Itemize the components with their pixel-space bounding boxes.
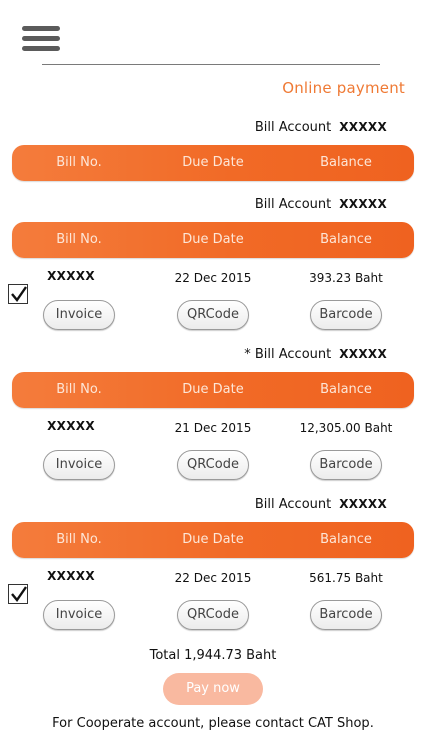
pay-now-button[interactable]: Pay now: [163, 673, 263, 705]
bill-account-line: Bill Account XXXXX: [255, 197, 387, 212]
bill-account-number: XXXXX: [339, 497, 387, 511]
balance-amount: 393.23 Baht: [309, 271, 383, 285]
column-due-date: Due Date: [182, 155, 244, 170]
barcode-button[interactable]: Barcode: [310, 450, 382, 480]
due-date: 21 Dec 2015: [174, 421, 252, 435]
header-divider: [42, 64, 380, 65]
bill-account-line: Bill Account XXXXX: [255, 120, 387, 135]
bill-account-line: * Bill Account XXXXX: [244, 347, 387, 362]
table-header: Bill No. Due Date Balance: [12, 222, 414, 258]
checkmark-icon: [11, 586, 27, 602]
column-balance: Balance: [320, 532, 372, 547]
column-balance: Balance: [320, 155, 372, 170]
invoice-button[interactable]: Invoice: [43, 450, 115, 480]
table-header: Bill No. Due Date Balance: [12, 522, 414, 558]
bill-account-label: Bill Account: [254, 197, 332, 212]
qrcode-button[interactable]: QRCode: [177, 600, 249, 630]
checkmark-icon: [11, 286, 27, 302]
cooperate-account-note: For Cooperate account, please contact CA…: [52, 716, 374, 731]
page-title: Online payment: [282, 79, 405, 97]
due-date: 22 Dec 2015: [174, 571, 252, 585]
column-bill-no: Bill No.: [56, 155, 102, 170]
bill-account-label: * Bill Account: [244, 347, 332, 362]
bill-number: XXXXX: [47, 569, 95, 583]
invoice-button[interactable]: Invoice: [43, 300, 115, 330]
bill-account-number: XXXXX: [339, 120, 387, 134]
column-due-date: Due Date: [182, 532, 244, 547]
bill-select-checkbox[interactable]: [8, 284, 28, 304]
bill-account-line: Bill Account XXXXX: [255, 497, 387, 512]
column-due-date: Due Date: [182, 382, 244, 397]
balance-amount: 12,305.00 Baht: [299, 421, 393, 435]
bill-account-number: XXXXX: [339, 197, 387, 211]
invoice-button[interactable]: Invoice: [43, 600, 115, 630]
balance-amount: 561.75 Baht: [309, 571, 383, 585]
bill-account-label: Bill Account: [254, 497, 332, 512]
bill-number: XXXXX: [47, 419, 95, 433]
bill-select-checkbox[interactable]: [8, 584, 28, 604]
column-bill-no: Bill No.: [56, 232, 102, 247]
column-bill-no: Bill No.: [56, 532, 102, 547]
column-bill-no: Bill No.: [56, 382, 102, 397]
barcode-button[interactable]: Barcode: [310, 300, 382, 330]
column-due-date: Due Date: [182, 232, 244, 247]
column-balance: Balance: [320, 232, 372, 247]
qrcode-button[interactable]: QRCode: [177, 450, 249, 480]
bill-account-number: XXXXX: [339, 347, 387, 361]
table-header: Bill No. Due Date Balance: [12, 372, 414, 408]
bill-account-label: Bill Account: [254, 120, 332, 135]
barcode-button[interactable]: Barcode: [310, 600, 382, 630]
table-header: Bill No. Due Date Balance: [12, 145, 414, 181]
total-amount: Total 1,944.73 Baht: [149, 648, 277, 663]
hamburger-menu-icon[interactable]: [22, 26, 60, 52]
bill-number: XXXXX: [47, 269, 95, 283]
qrcode-button[interactable]: QRCode: [177, 300, 249, 330]
due-date: 22 Dec 2015: [174, 271, 252, 285]
column-balance: Balance: [320, 382, 372, 397]
